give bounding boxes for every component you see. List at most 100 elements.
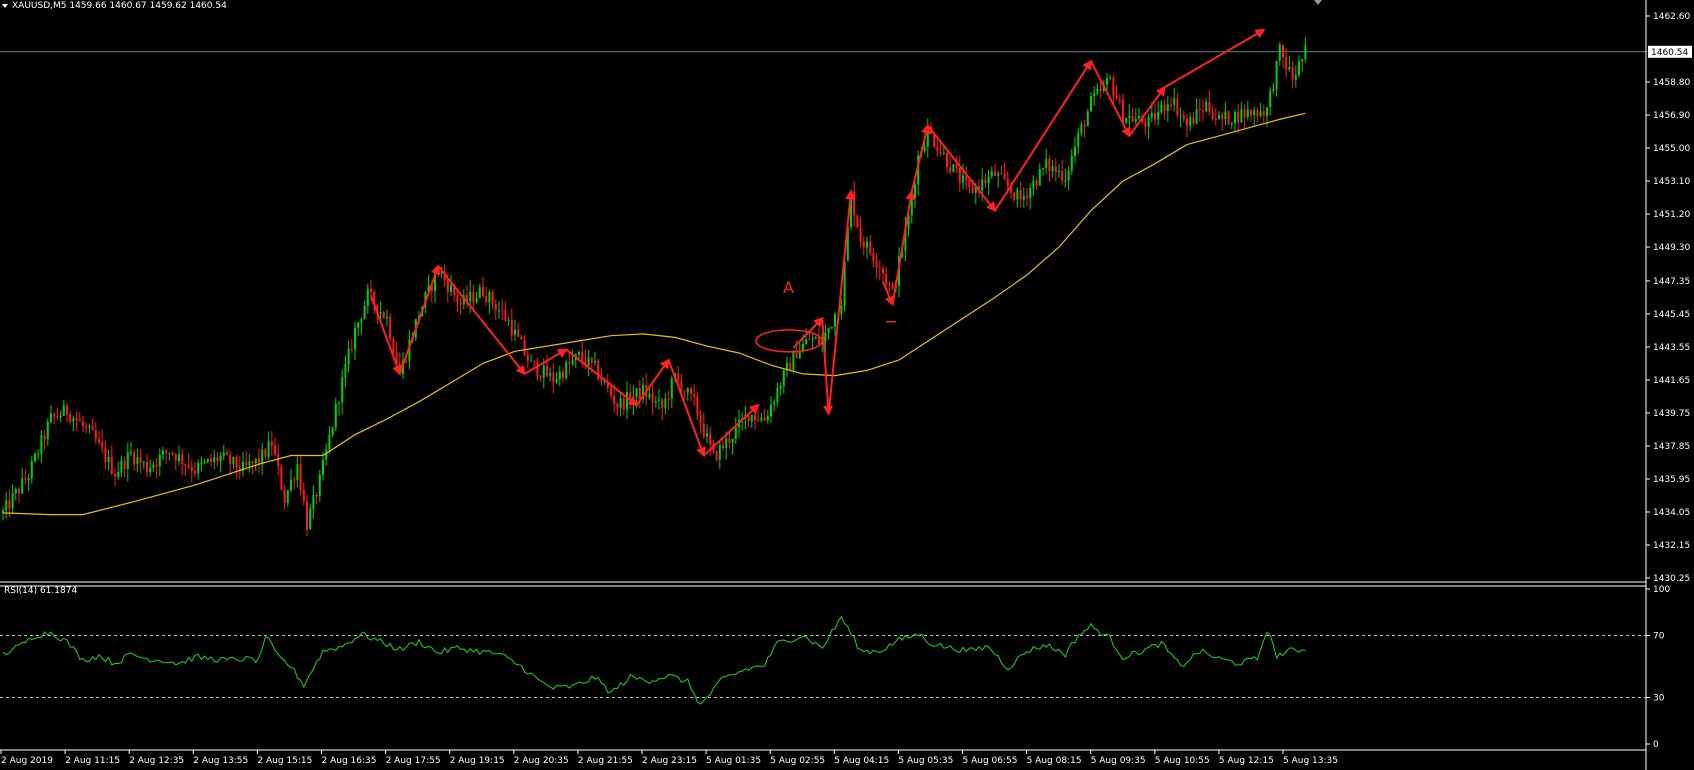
zigzag-arrow[interactable] (565, 348, 639, 407)
candle-body (549, 372, 552, 377)
candle-body (667, 398, 670, 400)
candle-body (229, 454, 232, 464)
candle-body (805, 339, 808, 344)
candle-body (578, 351, 580, 355)
time-tick-label: 5 Aug 05:35 (898, 756, 953, 766)
candle-body (690, 388, 692, 394)
candle-body (446, 279, 449, 292)
candle-body (1048, 158, 1051, 172)
candle-body (1099, 88, 1102, 91)
price-tick-label: 1434.05 (1653, 508, 1690, 518)
zigzag-arrow[interactable] (927, 124, 997, 213)
candle-body (824, 332, 827, 342)
candle-body (808, 339, 811, 341)
candle-body (107, 456, 110, 463)
candle-body (1298, 61, 1300, 75)
zigzag-arrow[interactable] (827, 189, 856, 414)
time-tick-label: 5 Aug 13:35 (1283, 756, 1338, 766)
candle-body (370, 289, 372, 292)
candle-body (638, 388, 641, 399)
candle-body (1211, 111, 1214, 119)
rsi-pane[interactable] (0, 615, 1646, 705)
candle-body (142, 462, 145, 464)
zigzag-arrow[interactable] (1164, 28, 1266, 89)
price-pane[interactable]: A (0, 28, 1646, 536)
candle-body (530, 360, 532, 362)
candle-body (334, 403, 337, 428)
zigzag-arrow[interactable] (703, 403, 760, 457)
candle-body (1224, 111, 1227, 119)
candle-body (1218, 115, 1220, 120)
candle-body (792, 351, 795, 371)
candle-body (670, 378, 673, 399)
candle-body (686, 388, 689, 393)
candle-body (34, 453, 36, 461)
zigzag-arrow[interactable] (910, 123, 931, 192)
candle-body (1214, 118, 1217, 120)
time-tick-label: 2 Aug 15:15 (257, 756, 312, 766)
candle-body (11, 493, 14, 509)
candle-body (341, 377, 344, 403)
zigzag-arrow[interactable] (1128, 85, 1166, 137)
candle-body (862, 241, 865, 248)
time-tick-label: 5 Aug 09:35 (1091, 756, 1146, 766)
candle-body (533, 360, 536, 362)
candle-body (1304, 45, 1307, 60)
candle-body (491, 292, 494, 305)
chart-stage[interactable]: A 1462.60 1458.80 1456.90 1455.00 1453.10 145… (0, 0, 1694, 770)
candle-body (942, 152, 945, 154)
candle-body (1275, 60, 1278, 89)
last-price-tag-label: 1460.54 (1651, 48, 1688, 58)
candle-body (1253, 110, 1256, 116)
zigzag-arrow[interactable] (667, 359, 706, 458)
candle-body (590, 357, 593, 363)
candle-body (328, 435, 331, 450)
candle-body (472, 291, 475, 303)
zigzag-arrow[interactable] (398, 264, 441, 375)
zigzag-arrow[interactable] (891, 189, 916, 305)
candle-body (200, 462, 203, 464)
zigzag-arrow[interactable] (1090, 60, 1131, 138)
candle-body (350, 348, 353, 350)
zigzag-arrow[interactable] (994, 59, 1093, 212)
price-tick-label: 1456.90 (1653, 111, 1690, 121)
candle-body (30, 460, 33, 479)
candle-body (523, 339, 526, 355)
candle-body (699, 415, 702, 424)
price-tick-label: 1458.80 (1653, 78, 1690, 88)
candle-body (1115, 95, 1118, 100)
candle-body (997, 173, 1000, 176)
candle-body (1182, 115, 1185, 119)
zigzag-arrow[interactable] (370, 295, 402, 376)
candle-body (552, 372, 555, 383)
candle-body (1131, 115, 1134, 122)
candle-body (1013, 192, 1016, 200)
candle-body (5, 500, 8, 511)
zigzag-arrow[interactable] (882, 281, 895, 307)
candle-body (754, 414, 756, 421)
candle-body (56, 415, 59, 418)
candle-body (213, 457, 216, 462)
time-tick-label: 2 Aug 17:55 (386, 756, 441, 766)
candle-body (46, 421, 49, 440)
candle-body (325, 449, 328, 460)
time-tick-label: 2 Aug 16:35 (322, 756, 377, 766)
time-tick-label: 2 Aug 12:35 (129, 756, 184, 766)
rsi-tick-label: 100 (1653, 585, 1670, 595)
candle-body (21, 478, 24, 494)
candle-body (818, 337, 820, 345)
candle-body (1038, 169, 1041, 186)
candle-body (1109, 77, 1112, 79)
candle-body (75, 418, 78, 421)
candle-body (344, 364, 347, 378)
candle-body (194, 470, 196, 474)
chart-shift-icon[interactable] (1314, 0, 1322, 5)
price-tick-label: 1430.25 (1653, 574, 1690, 584)
candle-body (171, 452, 174, 455)
candle-body (37, 453, 40, 455)
candle-body (53, 413, 56, 416)
zigzag-arrow[interactable] (792, 316, 824, 349)
candle-body (1234, 111, 1236, 124)
candle-body (757, 420, 760, 422)
candle-body (763, 417, 766, 421)
